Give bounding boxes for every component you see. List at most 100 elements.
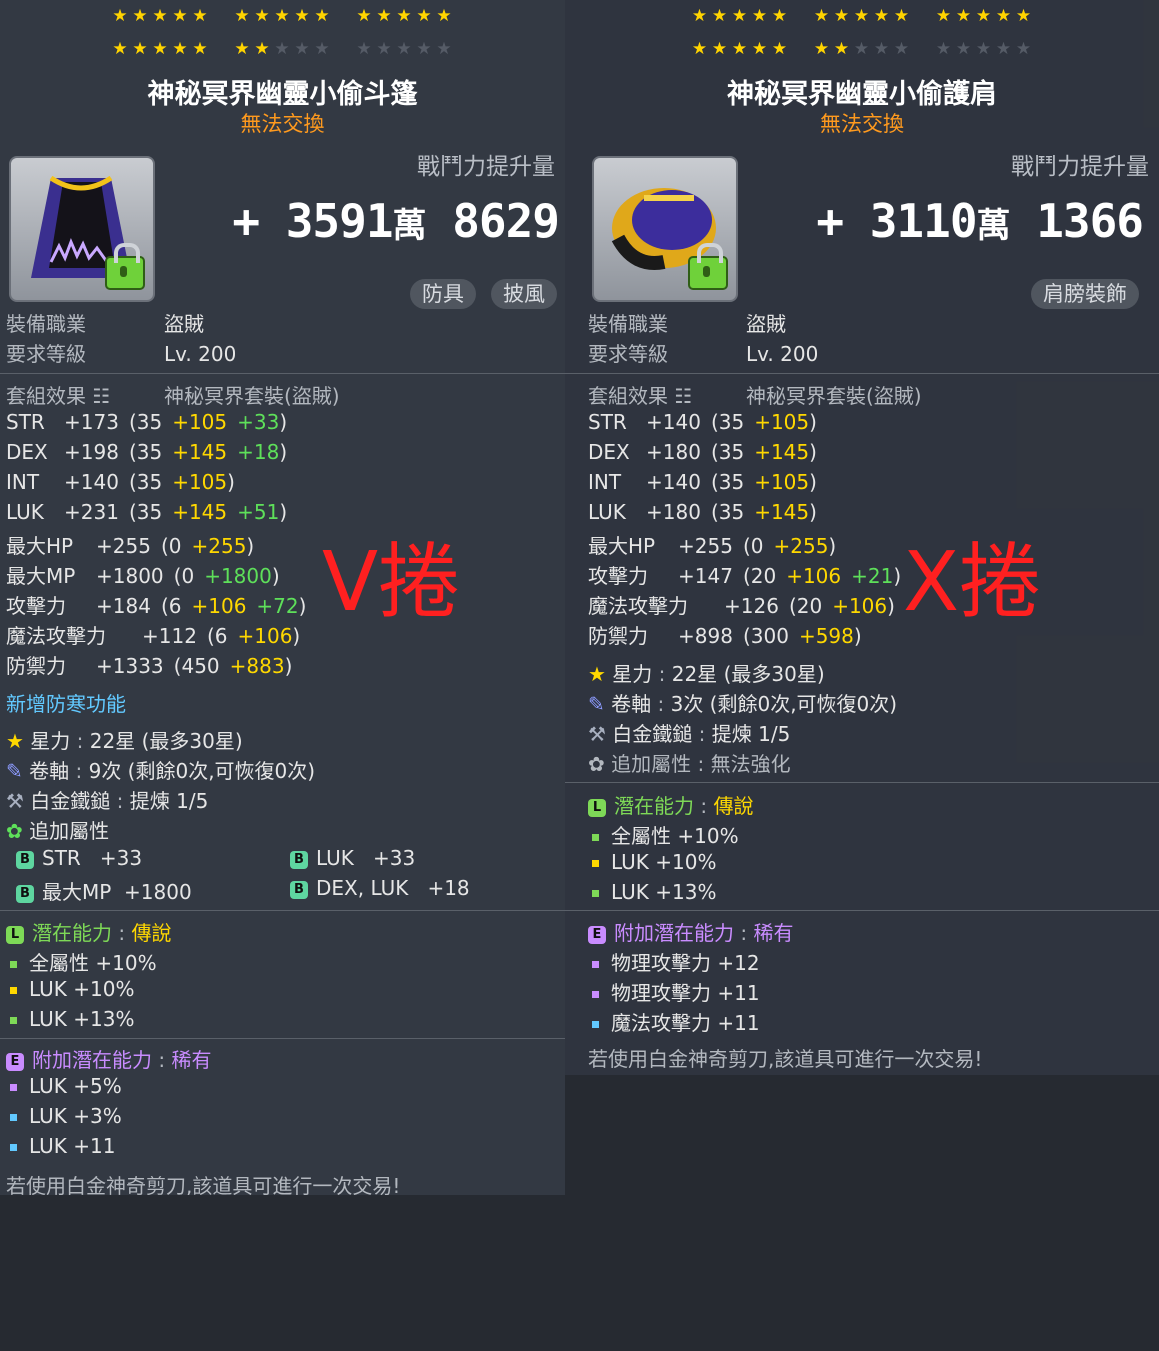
stat-row: 最大HP +255 (0 +255) (6, 530, 254, 559)
stat-enhance: +33 (237, 410, 280, 434)
stat-flame: +145 (172, 500, 228, 524)
star-icon: ★ (751, 6, 769, 26)
stat-total: +112 (142, 624, 197, 648)
star-icon: ★ (416, 6, 433, 26)
star-icon: ★ (356, 6, 373, 26)
star-group: ★ ★ ★ ★ ★ (690, 39, 790, 59)
bonus-icon: ✿ (6, 819, 23, 843)
starforce-row: ★ 星力 : 22星 (最多30星) (588, 662, 825, 686)
stat-row: 魔法攻擊力 +112 (6 +106) (6, 620, 300, 649)
scroll-icon: ✎ (588, 692, 605, 716)
stat-base: 6 (168, 594, 182, 618)
stat-row: 攻擊力 +184 (6 +106 +72) (6, 590, 306, 619)
additional-potential-line: 魔法攻擊力 +11 (592, 1007, 760, 1036)
stat-flame: +145 (754, 440, 810, 464)
stat-flame: +105 (754, 470, 810, 494)
star-icon: ★ (274, 6, 291, 26)
overlay-label-x: X捲 (903, 535, 1042, 630)
new-feature-text: 新增防寒功能 (6, 692, 126, 716)
stat-name: LUK (6, 500, 44, 524)
stat-flame: +883 (229, 654, 285, 678)
star-icon: ★ (751, 39, 769, 59)
stat-row: 最大MP +1800 (0 +1800) (6, 560, 280, 589)
star-icon: ★ (436, 39, 453, 59)
star-icon: ★ (853, 39, 871, 59)
star-icon: ★ (294, 39, 311, 59)
tag-subcategory: 披風 (491, 279, 557, 309)
star-icon: ★ (172, 6, 189, 26)
power-plus: + (232, 194, 260, 248)
trade-status: 無法交換 (240, 112, 325, 136)
stat-name: STR (588, 410, 627, 434)
stat-enhance: +18 (237, 440, 280, 464)
stat-total: +140 (646, 470, 701, 494)
stat-flame: +106 (832, 594, 888, 618)
bonus-stat: B LUK +33 (290, 846, 415, 870)
combat-power-value: + 3591萬 8629 (232, 194, 560, 248)
stat-name: 最大HP (6, 534, 74, 558)
star-icon: ★ (955, 39, 973, 59)
divider (565, 782, 1159, 783)
stat-base: 450 (181, 654, 220, 678)
star-group: ★ ★ ★ ★ ★ (355, 6, 455, 26)
stat-flame: +1800 (204, 564, 272, 588)
star-icon: ★ (376, 39, 393, 59)
star-group: ★ ★ ★ ★ ★ (812, 6, 912, 26)
stat-base: 35 (718, 410, 745, 434)
item-tooltip-right: ★ ★ ★ ★ ★ ★ ★ ★ ★ ★ ★ ★ ★ ★ ★ ★ ★ ★ ★ ★ ★ ★ ★ ★ ★ ★ ★ ★ ★ ★ 神秘冥界幽靈小偷… (565, 0, 1159, 1075)
stat-row: 攻擊力 +147 (20 +106 +21) (588, 560, 901, 589)
rare-badge-icon: E (588, 925, 606, 944)
stat-base: 0 (168, 534, 182, 558)
star-group: ★ ★ ★ ★ ★ (934, 39, 1034, 59)
stat-flame: +255 (773, 534, 829, 558)
star-icon: ★ (152, 6, 169, 26)
scroll-icon: ✎ (6, 759, 23, 783)
star-group: ★ ★ ★ ★ ★ (690, 6, 790, 26)
job-row: 裝備職業 盜賊 (588, 312, 786, 336)
stat-base: 35 (136, 470, 163, 494)
star-icon: ★ (112, 6, 129, 26)
item-icon (9, 156, 155, 302)
stat-base: 0 (181, 564, 195, 588)
star-group: ★ ★ ★ ★ ★ (355, 39, 455, 59)
star-icon: ★ (853, 6, 871, 26)
stat-row: STR +173 (35 +105 +33) (6, 410, 288, 434)
item-icon (592, 156, 738, 302)
additional-potential-line: LUK +3% (10, 1104, 122, 1128)
star-icon: ★ (731, 39, 749, 59)
level-row: 要求等級 Lv. 200 (6, 338, 236, 367)
star-group: ★ ★ ★ ★ ★ (934, 6, 1034, 26)
stat-base: 20 (750, 564, 777, 588)
set-value: 神秘冥界套裝(盜賊) (164, 384, 340, 408)
star-group: ★ ★ ★ ★ ★ (111, 6, 211, 26)
star-icon: ★ (376, 6, 393, 26)
stat-row: LUK +180 (35 +145) (588, 500, 817, 524)
power-plus: + (816, 194, 844, 248)
star-icon: ★ (771, 6, 789, 26)
star-icon: ★ (588, 662, 606, 686)
star-icon: ★ (192, 39, 209, 59)
stat-flame: +106 (191, 594, 247, 618)
star-icon: ★ (132, 6, 149, 26)
lock-icon (105, 243, 145, 290)
star-icon: ★ (1015, 6, 1033, 26)
star-icon: ★ (833, 39, 851, 59)
stat-total: +184 (96, 594, 151, 618)
stat-flame: +106 (237, 624, 293, 648)
stat-base: 35 (718, 470, 745, 494)
stat-name: 魔法攻擊力 (6, 624, 106, 648)
star-icon: ★ (711, 6, 729, 26)
star-icon: ★ (935, 39, 953, 59)
overlay-label-v: V捲 (322, 535, 461, 630)
trade-status: 無法交換 (820, 112, 904, 136)
set-row: 套組效果 ☷ 神秘冥界套裝(盜賊) (6, 380, 340, 409)
stat-total: +898 (678, 624, 733, 648)
hammer-row: ⚒ 白金鐵鎚 : 提煉 1/5 (6, 789, 209, 813)
potential-line: 全屬性 +10% (592, 820, 739, 849)
item-name: 神秘冥界幽靈小偷護肩 (727, 79, 997, 110)
set-row: 套組效果 ☷ 神秘冥界套裝(盜賊) (588, 384, 922, 408)
bonus-stat: B DEX, LUK +18 (290, 876, 470, 900)
stat-flame: +105 (172, 410, 228, 434)
combat-power-label: 戰鬥力提升量 (1011, 154, 1149, 180)
divider (0, 1038, 565, 1039)
